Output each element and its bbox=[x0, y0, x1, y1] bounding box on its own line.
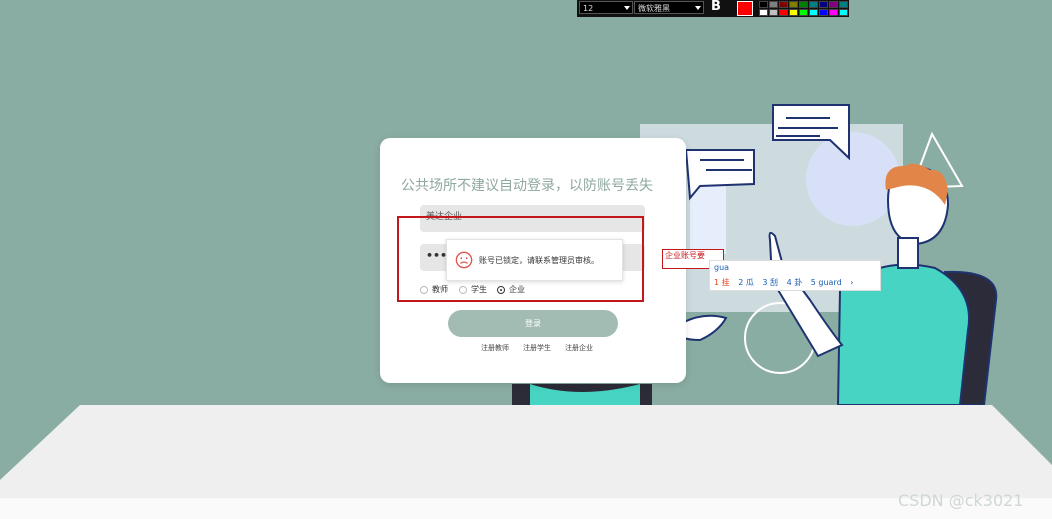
ime-candidate[interactable]: 2 瓜 bbox=[738, 278, 754, 287]
ime-candidate-list: 1 挂 2 瓜 3 刮 4 卦 5 guard › bbox=[714, 277, 859, 288]
hand-shape bbox=[683, 314, 728, 342]
ime-composition: gua bbox=[714, 263, 730, 272]
chevron-right-icon[interactable]: › bbox=[850, 278, 853, 287]
ime-candidate[interactable]: 1 挂 bbox=[714, 278, 730, 287]
login-warning-title: 公共场所不建议自动登录，以防账号丢失 bbox=[401, 178, 653, 194]
floor bbox=[0, 498, 1052, 519]
register-enterprise-link[interactable]: 注册企业 bbox=[565, 343, 593, 353]
desk-surface bbox=[0, 405, 1052, 500]
login-button[interactable]: 登录 bbox=[448, 310, 618, 337]
ime-candidate[interactable]: 4 卦 bbox=[787, 278, 803, 287]
person-neck bbox=[897, 237, 919, 269]
register-student-link[interactable]: 注册学生 bbox=[523, 343, 551, 353]
toast-message: 账号已锁定，请联系管理员审核。 bbox=[479, 255, 599, 265]
sad-face-icon bbox=[455, 251, 473, 269]
ime-candidate[interactable]: 3 刮 bbox=[762, 278, 778, 287]
ime-candidate[interactable]: 5 guard bbox=[811, 278, 842, 287]
ime-candidate-window: gua 1 挂 2 瓜 3 刮 4 卦 5 guard › bbox=[709, 260, 881, 291]
watermark: CSDN @ck3021 bbox=[898, 491, 1024, 510]
register-teacher-link[interactable]: 注册教师 bbox=[481, 343, 509, 353]
error-toast: 账号已锁定，请联系管理员审核。 bbox=[446, 239, 623, 281]
